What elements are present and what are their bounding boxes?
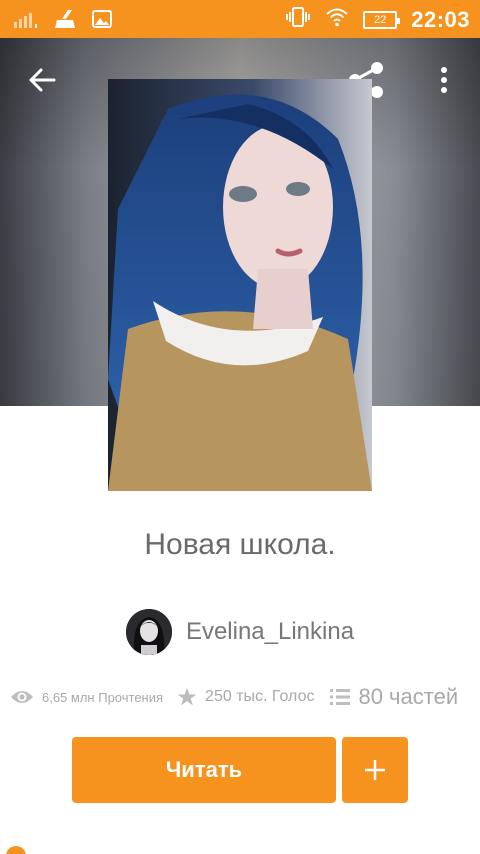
votes-count: 250 тыс. Голос <box>205 688 315 705</box>
more-button[interactable] <box>430 60 458 100</box>
story-stats: 6,65 млн Прочтения 250 тыс. Голос 80 час… <box>10 680 472 714</box>
status-time: 22:03 <box>411 6 470 32</box>
cleaner-icon <box>54 9 78 34</box>
votes-stat: 250 тыс. Голос <box>177 687 314 707</box>
author-avatar[interactable] <box>125 609 172 655</box>
signal-icon <box>14 10 40 33</box>
reads-stat: 6,65 млн Прочтения <box>10 689 163 705</box>
battery-icon: 22 <box>363 10 401 29</box>
plus-icon <box>365 760 385 780</box>
gallery-icon <box>92 10 112 33</box>
status-bar: 22 22:03 <box>0 0 480 38</box>
author-row[interactable]: Evelina_Linkina <box>0 608 480 656</box>
bottom-indicator <box>6 846 26 854</box>
reads-count: 6,65 млн Прочтения <box>42 689 164 705</box>
status-left <box>14 9 112 34</box>
parts-count: 80 частей <box>358 684 459 709</box>
list-icon <box>330 689 351 705</box>
add-to-library-button[interactable] <box>342 737 408 803</box>
back-arrow-icon <box>29 68 56 92</box>
more-vertical-icon <box>441 67 447 93</box>
battery-level: 22 <box>374 13 387 26</box>
wifi-icon <box>325 7 349 32</box>
story-title: Новая школа. <box>144 528 336 561</box>
book-cover[interactable] <box>108 79 372 491</box>
author-name[interactable]: Evelina_Linkina <box>186 618 354 646</box>
eye-icon <box>11 691 33 703</box>
cover-image <box>108 79 372 491</box>
star-icon <box>177 687 197 706</box>
vibrate-icon <box>285 6 311 33</box>
read-button[interactable]: Читать <box>72 737 336 803</box>
back-button[interactable] <box>22 60 62 100</box>
status-right: 22 22:03 <box>285 6 470 33</box>
parts-stat: 80 частей <box>330 684 458 710</box>
